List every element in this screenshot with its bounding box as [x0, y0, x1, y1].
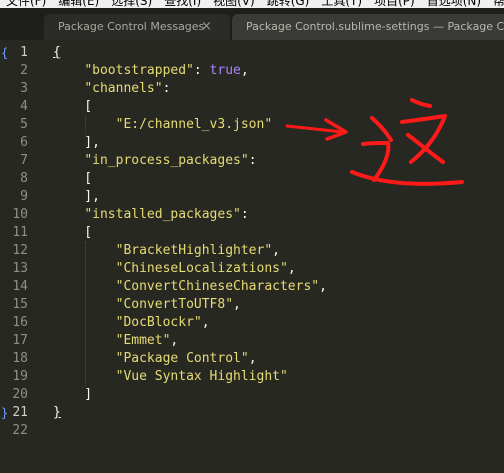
menu-bar: 文件(F) 编辑(E) 选择(S) 查找(I) 视图(V) 跳转(G) 工具(T) 项目(P)…	[0, 0, 504, 8]
annotation-glyph-stroke	[370, 116, 393, 142]
annotation-glyph-stroke	[361, 141, 391, 182]
menu-item[interactable]: 查找(I)	[158, 0, 207, 8]
annotation-glyph-stroke	[350, 170, 464, 186]
tab-label: Package Control Messages	[58, 20, 205, 33]
tab-bar: Package Control Messages × Package Contr…	[0, 8, 504, 40]
code-editor[interactable]: 1 2 3 4 5 6 7 8 9 10 11 12 13 14 15 16 17 18 19 20 21 22{} { …	[0, 40, 504, 473]
menu-item[interactable]: 帮助	[487, 0, 504, 8]
annotation-glyph-stroke	[410, 98, 432, 108]
menu-item[interactable]: 视图(V)	[207, 0, 261, 8]
red-annotation	[285, 98, 464, 186]
menu-item[interactable]: 选择(S)	[105, 0, 158, 8]
tab-package-control-settings[interactable]: Package Control.sublime-settings — Packa…	[232, 14, 504, 40]
menu-item[interactable]: 首选项(N)	[421, 0, 487, 8]
menu-item[interactable]: 文件(F)	[0, 0, 52, 8]
menu-item[interactable]: 项目(P)	[368, 0, 421, 8]
menu-item[interactable]: 跳转(G)	[261, 0, 316, 8]
menu-item[interactable]: 编辑(E)	[52, 0, 105, 8]
tab-package-control-messages[interactable]: Package Control Messages ×	[44, 14, 230, 40]
close-icon[interactable]: ×	[201, 14, 212, 40]
tab-label: Package Control.sublime-settings — Packa…	[246, 20, 504, 33]
menu-item[interactable]: 工具(T)	[315, 0, 368, 8]
annotation-glyph-stroke	[400, 114, 447, 164]
